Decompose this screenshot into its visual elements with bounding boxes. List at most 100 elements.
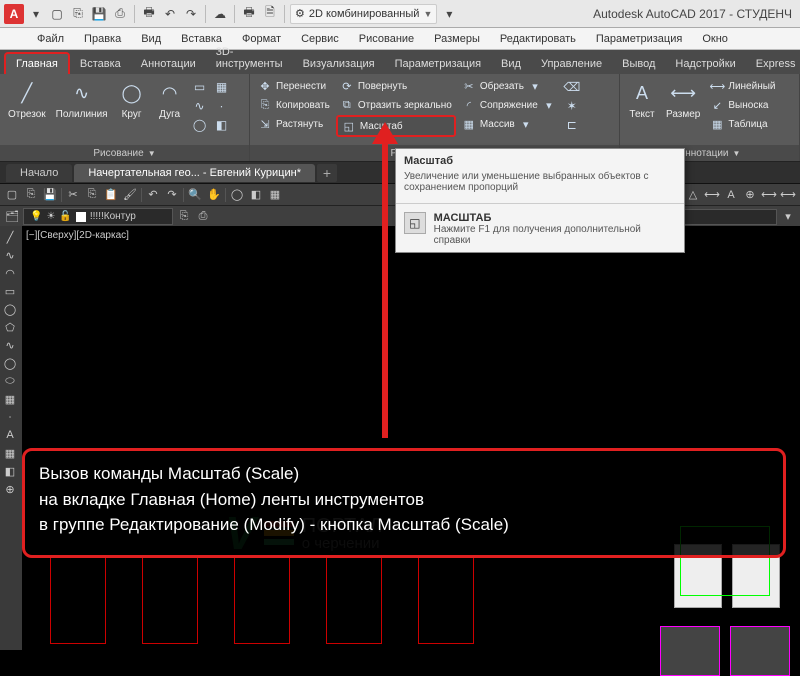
- tool-icon[interactable]: ◠: [2, 265, 18, 281]
- tool-icon[interactable]: A: [2, 427, 18, 443]
- panel-draw-title[interactable]: Рисование▼: [0, 145, 249, 161]
- tool-icon[interactable]: ◯: [2, 355, 18, 371]
- doc-tab-start[interactable]: Начало: [6, 164, 72, 182]
- spline-icon[interactable]: ∿: [192, 98, 208, 114]
- tool-icon[interactable]: △: [685, 187, 701, 203]
- drawing-canvas[interactable]: [−][Сверху][2D-каркас] ╱∿◠▭◯⬠∿◯⬭▦∙A▦◧⊕ V…: [0, 226, 800, 650]
- polyline-button[interactable]: ∿Полилиния: [52, 77, 112, 122]
- tab-view[interactable]: Вид: [491, 54, 531, 74]
- mirror-button[interactable]: ⧉Отразить зеркально: [336, 96, 456, 114]
- array-button[interactable]: ▦Массив▾: [458, 115, 560, 133]
- tool-icon[interactable]: ⎙: [195, 209, 211, 225]
- menu-window[interactable]: Окно: [693, 30, 737, 48]
- tool-icon[interactable]: ⎘: [84, 187, 100, 203]
- linear-button[interactable]: ⟷Линейный: [706, 77, 779, 95]
- rectangle-icon[interactable]: ▭: [192, 79, 208, 95]
- tab-param[interactable]: Параметризация: [385, 54, 491, 74]
- tool-icon[interactable]: ▦: [2, 445, 18, 461]
- tool-icon[interactable]: ◯: [229, 187, 245, 203]
- tool-icon[interactable]: 🔍: [187, 187, 203, 203]
- menu-draw[interactable]: Рисование: [350, 30, 423, 48]
- viewport-label[interactable]: [−][Сверху][2D-каркас]: [26, 230, 129, 241]
- tool-icon[interactable]: ↷: [164, 187, 180, 203]
- menu-param[interactable]: Параметризация: [587, 30, 691, 48]
- tool-icon[interactable]: ✋: [206, 187, 222, 203]
- tab-home[interactable]: Главная: [4, 52, 70, 74]
- point-icon[interactable]: ∙: [214, 98, 230, 114]
- tool-icon[interactable]: ▢: [4, 187, 20, 203]
- menu-dropdown-icon[interactable]: ▾: [27, 5, 45, 23]
- undo-icon[interactable]: ↶: [161, 5, 179, 23]
- tool-icon[interactable]: ⟷: [704, 187, 720, 203]
- copy-button[interactable]: ⎘Копировать: [254, 96, 334, 114]
- open-icon[interactable]: ⎘: [69, 5, 87, 23]
- menu-modify[interactable]: Редактировать: [491, 30, 585, 48]
- tool-icon[interactable]: ⎘: [176, 209, 192, 225]
- drawing-rect[interactable]: [50, 556, 106, 644]
- trim-button[interactable]: ✂Обрезать▾: [458, 77, 560, 95]
- ellipse-icon[interactable]: ◯: [192, 117, 208, 133]
- tool-icon[interactable]: ╱: [2, 229, 18, 245]
- tab-output[interactable]: Вывод: [612, 54, 665, 74]
- layer-props-icon[interactable]: 🗂: [4, 209, 20, 225]
- tool-icon[interactable]: ↶: [145, 187, 161, 203]
- tool-icon[interactable]: ⬠: [2, 319, 18, 335]
- hatch-icon[interactable]: ▦: [214, 79, 230, 95]
- drawing-rect[interactable]: [234, 556, 290, 644]
- drawing-rect[interactable]: [326, 556, 382, 644]
- dimension-button[interactable]: ⟷Размер: [662, 77, 704, 122]
- tool-icon[interactable]: ∙: [2, 409, 18, 425]
- workspace-switcher[interactable]: ⚙ 2D комбинированный ▼: [290, 4, 437, 24]
- move-button[interactable]: ✥Перенести: [254, 77, 334, 95]
- drawing-sketch[interactable]: [730, 626, 790, 676]
- tool-icon[interactable]: ▾: [780, 209, 796, 225]
- text-button[interactable]: AТекст: [624, 77, 660, 122]
- region-icon[interactable]: ◧: [214, 117, 230, 133]
- tool-icon[interactable]: ⎘: [23, 187, 39, 203]
- app-logo[interactable]: A: [4, 4, 24, 24]
- tool-icon[interactable]: ∿: [2, 247, 18, 263]
- doc-tab-current[interactable]: Начертательная гео... - Евгений Курицин*: [74, 164, 315, 182]
- erase-icon[interactable]: ⌫: [564, 79, 580, 95]
- arc-button[interactable]: ◠Дуга: [152, 77, 188, 122]
- table-button[interactable]: ▦Таблица: [706, 115, 779, 133]
- rotate-button[interactable]: ⟳Повернуть: [336, 77, 456, 95]
- saveas-icon[interactable]: ⎙: [111, 5, 129, 23]
- menu-dims[interactable]: Размеры: [425, 30, 489, 48]
- drawing-sketch[interactable]: [660, 626, 720, 676]
- tool-icon[interactable]: ◧: [248, 187, 264, 203]
- layer-dropdown[interactable]: 💡☀🔓 !!!!!Контур: [23, 208, 173, 225]
- tab-manage[interactable]: Управление: [531, 54, 612, 74]
- stretch-button[interactable]: ⇲Растянуть: [254, 115, 334, 133]
- new-icon[interactable]: ▢: [48, 5, 66, 23]
- print-icon[interactable]: 🖶: [240, 5, 258, 23]
- tab-3dtools[interactable]: 3D-инструменты: [206, 42, 293, 74]
- qat-more-icon[interactable]: ▾: [440, 5, 458, 23]
- tool-icon[interactable]: ⊕: [2, 481, 18, 497]
- preview-icon[interactable]: 🗎: [261, 5, 279, 23]
- menu-view[interactable]: Вид: [132, 30, 170, 48]
- tab-express[interactable]: Express: [746, 54, 800, 74]
- drawing-rect[interactable]: [142, 556, 198, 644]
- tool-icon[interactable]: ⟷: [761, 187, 777, 203]
- menu-file[interactable]: Файл: [28, 30, 73, 48]
- menu-edit[interactable]: Правка: [75, 30, 130, 48]
- tool-icon[interactable]: ✂: [65, 187, 81, 203]
- tool-icon[interactable]: 📋: [103, 187, 119, 203]
- tool-icon[interactable]: ∿: [2, 337, 18, 353]
- tab-visual[interactable]: Визуализация: [293, 54, 385, 74]
- tool-icon[interactable]: ◯: [2, 301, 18, 317]
- tool-icon[interactable]: ▭: [2, 283, 18, 299]
- plot-icon[interactable]: 🖶: [140, 5, 158, 23]
- tool-icon[interactable]: ▦: [267, 187, 283, 203]
- offset-icon[interactable]: ⊏: [564, 117, 580, 133]
- tab-annotate[interactable]: Аннотации: [131, 54, 206, 74]
- leader-button[interactable]: ↙Выноска: [706, 96, 779, 114]
- circle-button[interactable]: ◯Круг: [114, 77, 150, 122]
- line-button[interactable]: ╱Отрезок: [4, 77, 50, 122]
- tool-icon[interactable]: ⊕: [742, 187, 758, 203]
- redo-icon[interactable]: ↷: [182, 5, 200, 23]
- tab-insert[interactable]: Вставка: [70, 54, 131, 74]
- tool-icon[interactable]: ⬭: [2, 373, 18, 389]
- new-doc-button[interactable]: +: [317, 164, 337, 182]
